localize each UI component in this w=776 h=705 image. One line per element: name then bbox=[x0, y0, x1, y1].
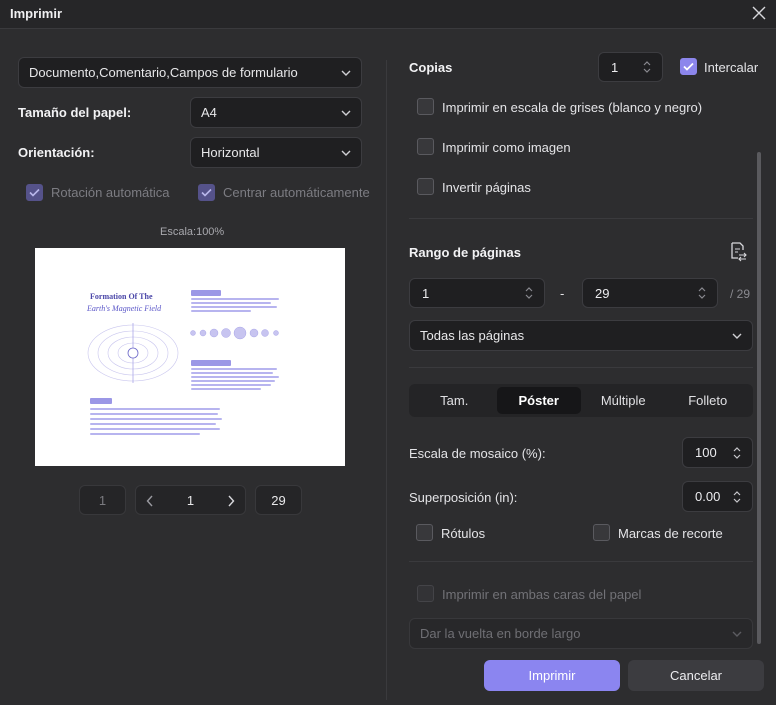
tab-multiple[interactable]: Múltiple bbox=[581, 387, 666, 414]
range-to-value: 29 bbox=[595, 285, 610, 301]
tab-booklet[interactable]: Folleto bbox=[666, 387, 751, 414]
range-dash: - bbox=[560, 286, 565, 301]
scale-label: Escala:100% bbox=[160, 226, 225, 238]
overlap-value: 0.00 bbox=[695, 489, 721, 504]
tile-scale-value: 100 bbox=[695, 445, 717, 460]
magnetic-field-diagram bbox=[87, 323, 179, 383]
content-select[interactable]: Documento,Comentario,Campos de formulari… bbox=[18, 57, 362, 88]
copies-label: Copias bbox=[409, 60, 453, 75]
tab-poster[interactable]: Póster bbox=[496, 387, 581, 414]
copies-input[interactable]: 1 bbox=[598, 52, 663, 82]
section-divider bbox=[409, 218, 753, 219]
section-divider bbox=[409, 561, 753, 562]
chevron-left-icon[interactable] bbox=[146, 495, 154, 507]
range-to-input[interactable]: 29 bbox=[582, 278, 718, 308]
chevron-down-icon bbox=[341, 70, 351, 76]
range-from-input[interactable]: 1 bbox=[409, 278, 545, 308]
section-divider bbox=[409, 367, 753, 368]
paper-size-select[interactable]: A4 bbox=[190, 97, 362, 128]
print-button[interactable]: Imprimir bbox=[484, 660, 620, 691]
page-navigator: 1 bbox=[135, 485, 246, 515]
duplex-checkbox[interactable] bbox=[417, 585, 434, 602]
preview-tag bbox=[191, 360, 231, 366]
spinner-arrows-icon[interactable] bbox=[524, 285, 534, 301]
labels-checkbox[interactable] bbox=[416, 524, 433, 541]
auto-rotate-checkbox[interactable] bbox=[26, 184, 43, 201]
duplex-label: Imprimir en ambas caras del papel bbox=[442, 587, 642, 602]
panel-divider bbox=[386, 60, 387, 700]
copies-value: 1 bbox=[611, 59, 619, 75]
invert-pages-checkbox[interactable] bbox=[417, 178, 434, 195]
range-total: / 29 bbox=[730, 287, 751, 301]
spinner-arrows-icon[interactable] bbox=[642, 59, 652, 75]
grayscale-checkbox[interactable] bbox=[417, 98, 434, 115]
chevron-down-icon bbox=[732, 631, 742, 637]
invert-pages-label: Invertir páginas bbox=[442, 180, 531, 195]
range-select[interactable]: Todas las páginas bbox=[409, 320, 753, 351]
flip-select-value: Dar la vuelta en borde largo bbox=[420, 626, 581, 641]
labels-label: Rótulos bbox=[441, 526, 486, 541]
grayscale-label: Imprimir en escala de grises (blanco y n… bbox=[442, 100, 703, 115]
dialog-title: Imprimir bbox=[10, 6, 63, 21]
planets-row-diagram bbox=[190, 326, 279, 340]
print-as-image-label: Imprimir como imagen bbox=[442, 140, 571, 155]
range-from-value: 1 bbox=[422, 285, 430, 301]
current-page[interactable]: 1 bbox=[187, 493, 194, 508]
crop-marks-checkbox[interactable] bbox=[593, 524, 610, 541]
auto-center-label: Centrar automáticamente bbox=[223, 185, 370, 200]
tile-scale-input[interactable]: 100 bbox=[682, 437, 753, 468]
chevron-down-icon bbox=[732, 333, 742, 339]
collate-checkbox[interactable] bbox=[680, 58, 697, 75]
paper-size-value: A4 bbox=[201, 105, 217, 120]
spinner-arrows-icon[interactable] bbox=[732, 489, 742, 505]
tile-scale-label: Escala de mosaico (%): bbox=[409, 446, 546, 461]
orientation-value: Horizontal bbox=[201, 145, 260, 160]
orientation-select[interactable]: Horizontal bbox=[190, 137, 362, 168]
close-icon[interactable] bbox=[748, 2, 770, 24]
preview-subtitle: Earth's Magnetic Field bbox=[87, 304, 162, 313]
print-as-image-checkbox[interactable] bbox=[417, 138, 434, 155]
preview-tag bbox=[90, 398, 112, 404]
print-preview: Formation Of The Earth's Magnetic Field bbox=[35, 248, 345, 466]
orientation-label: Orientación: bbox=[18, 145, 95, 160]
range-select-value: Todas las páginas bbox=[420, 328, 525, 343]
scrollbar[interactable] bbox=[757, 152, 761, 644]
crop-marks-label: Marcas de recorte bbox=[618, 526, 723, 541]
spinner-arrows-icon[interactable] bbox=[697, 285, 707, 301]
content-select-value: Documento,Comentario,Campos de formulari… bbox=[29, 65, 298, 80]
chevron-down-icon bbox=[341, 150, 351, 156]
preview-title: Formation Of The bbox=[90, 292, 153, 301]
preview-tag bbox=[191, 290, 221, 296]
collate-label: Intercalar bbox=[704, 60, 759, 75]
auto-rotate-label: Rotación automática bbox=[51, 185, 170, 200]
auto-center-checkbox[interactable] bbox=[198, 184, 215, 201]
last-page-field[interactable]: 29 bbox=[255, 485, 302, 515]
paper-size-label: Tamaño del papel: bbox=[18, 105, 132, 120]
cancel-button[interactable]: Cancelar bbox=[628, 660, 764, 691]
chevron-down-icon bbox=[341, 110, 351, 116]
spinner-arrows-icon[interactable] bbox=[732, 445, 742, 461]
page-swap-icon[interactable] bbox=[728, 240, 748, 262]
title-bar bbox=[0, 0, 776, 28]
title-divider bbox=[0, 28, 776, 29]
layout-tabs: Tam. Póster Múltiple Folleto bbox=[409, 384, 753, 417]
flip-select[interactable]: Dar la vuelta en borde largo bbox=[409, 618, 753, 649]
page-range-label: Rango de páginas bbox=[409, 245, 521, 260]
first-page-field[interactable]: 1 bbox=[79, 485, 126, 515]
overlap-input[interactable]: 0.00 bbox=[682, 481, 753, 512]
chevron-right-icon[interactable] bbox=[227, 495, 235, 507]
tab-size[interactable]: Tam. bbox=[412, 387, 497, 414]
overlap-label: Superposición (in): bbox=[409, 490, 518, 505]
